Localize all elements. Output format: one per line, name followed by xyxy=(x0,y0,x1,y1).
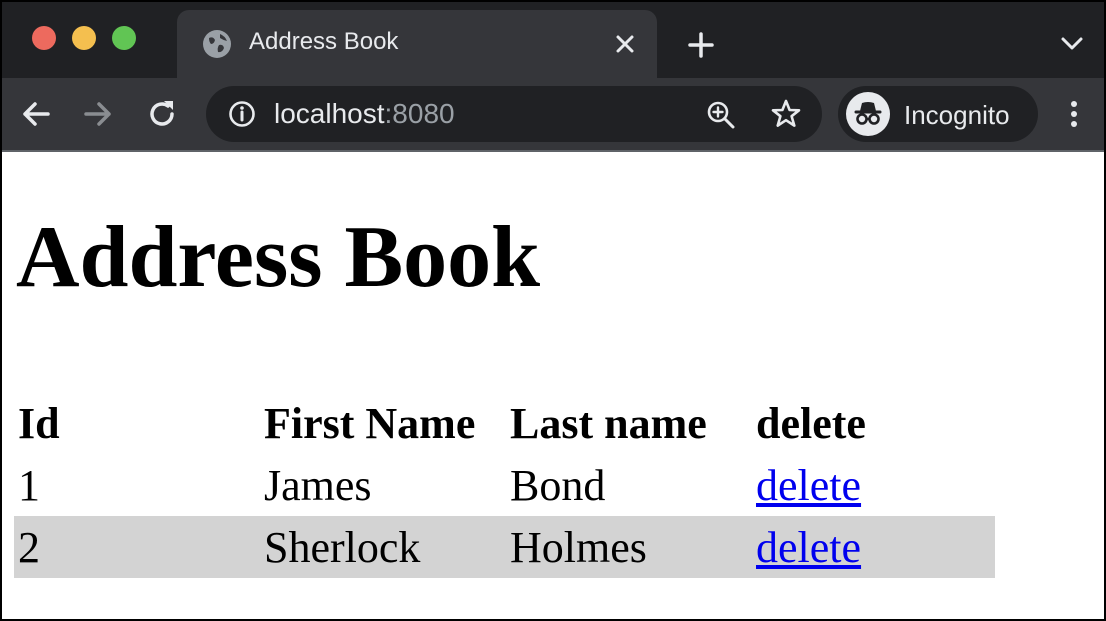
cell-first-name: James xyxy=(264,460,372,510)
tab-strip: Address Book xyxy=(2,2,1104,78)
url-text: localhost:8080 xyxy=(274,98,455,130)
cell-id: 2 xyxy=(14,516,260,578)
kebab-menu-icon[interactable] xyxy=(1062,96,1086,132)
cell-last-name: Bond xyxy=(510,460,606,510)
cell-delete: delete xyxy=(752,516,995,578)
reload-icon[interactable] xyxy=(144,96,180,132)
header-first-name: First Name xyxy=(264,398,476,448)
window-maximize-button[interactable] xyxy=(112,26,136,50)
globe-icon xyxy=(203,30,231,58)
address-table: Id First Name Last name delete 1 James B… xyxy=(14,392,995,578)
toolbar: localhost:8080 Incognito xyxy=(2,78,1104,150)
table-row: 1 James Bond delete xyxy=(14,454,995,516)
plus-icon[interactable] xyxy=(686,30,716,60)
close-icon[interactable] xyxy=(611,30,639,58)
star-icon[interactable] xyxy=(770,98,802,130)
chevron-down-icon[interactable] xyxy=(1058,32,1086,56)
delete-link[interactable]: delete xyxy=(756,461,861,510)
window-close-button[interactable] xyxy=(32,26,56,50)
address-bar[interactable]: localhost:8080 xyxy=(206,86,822,142)
browser-window: Address Book localhost:8080 Incognito Ad… xyxy=(0,0,1106,621)
incognito-icon xyxy=(846,92,890,136)
delete-link[interactable]: delete xyxy=(756,523,861,572)
forward-arrow-icon[interactable] xyxy=(80,96,116,132)
cell-delete: delete xyxy=(752,454,995,516)
header-delete: delete xyxy=(756,398,866,448)
window-minimize-button[interactable] xyxy=(72,26,96,50)
tab-address-book[interactable]: Address Book xyxy=(177,10,657,78)
table-row: 2 Sherlock Holmes delete xyxy=(14,516,995,578)
cell-first-name: Sherlock xyxy=(260,516,506,578)
cell-last-name: Holmes xyxy=(506,516,752,578)
tab-title: Address Book xyxy=(249,28,399,55)
url-host: localhost xyxy=(274,98,385,129)
profile-label: Incognito xyxy=(904,100,1010,130)
page-content: Address Book Id First Name Last name del… xyxy=(2,150,1104,619)
zoom-icon[interactable] xyxy=(706,100,736,130)
url-port: :8080 xyxy=(384,98,455,129)
header-last-name: Last name xyxy=(510,398,707,448)
incognito-profile-button[interactable]: Incognito xyxy=(838,86,1038,142)
header-id: Id xyxy=(18,398,60,448)
info-icon[interactable] xyxy=(228,100,256,128)
back-arrow-icon[interactable] xyxy=(18,96,54,132)
table-header-row: Id First Name Last name delete xyxy=(14,392,995,454)
page-title: Address Book xyxy=(16,209,541,306)
cell-id: 1 xyxy=(18,460,40,510)
